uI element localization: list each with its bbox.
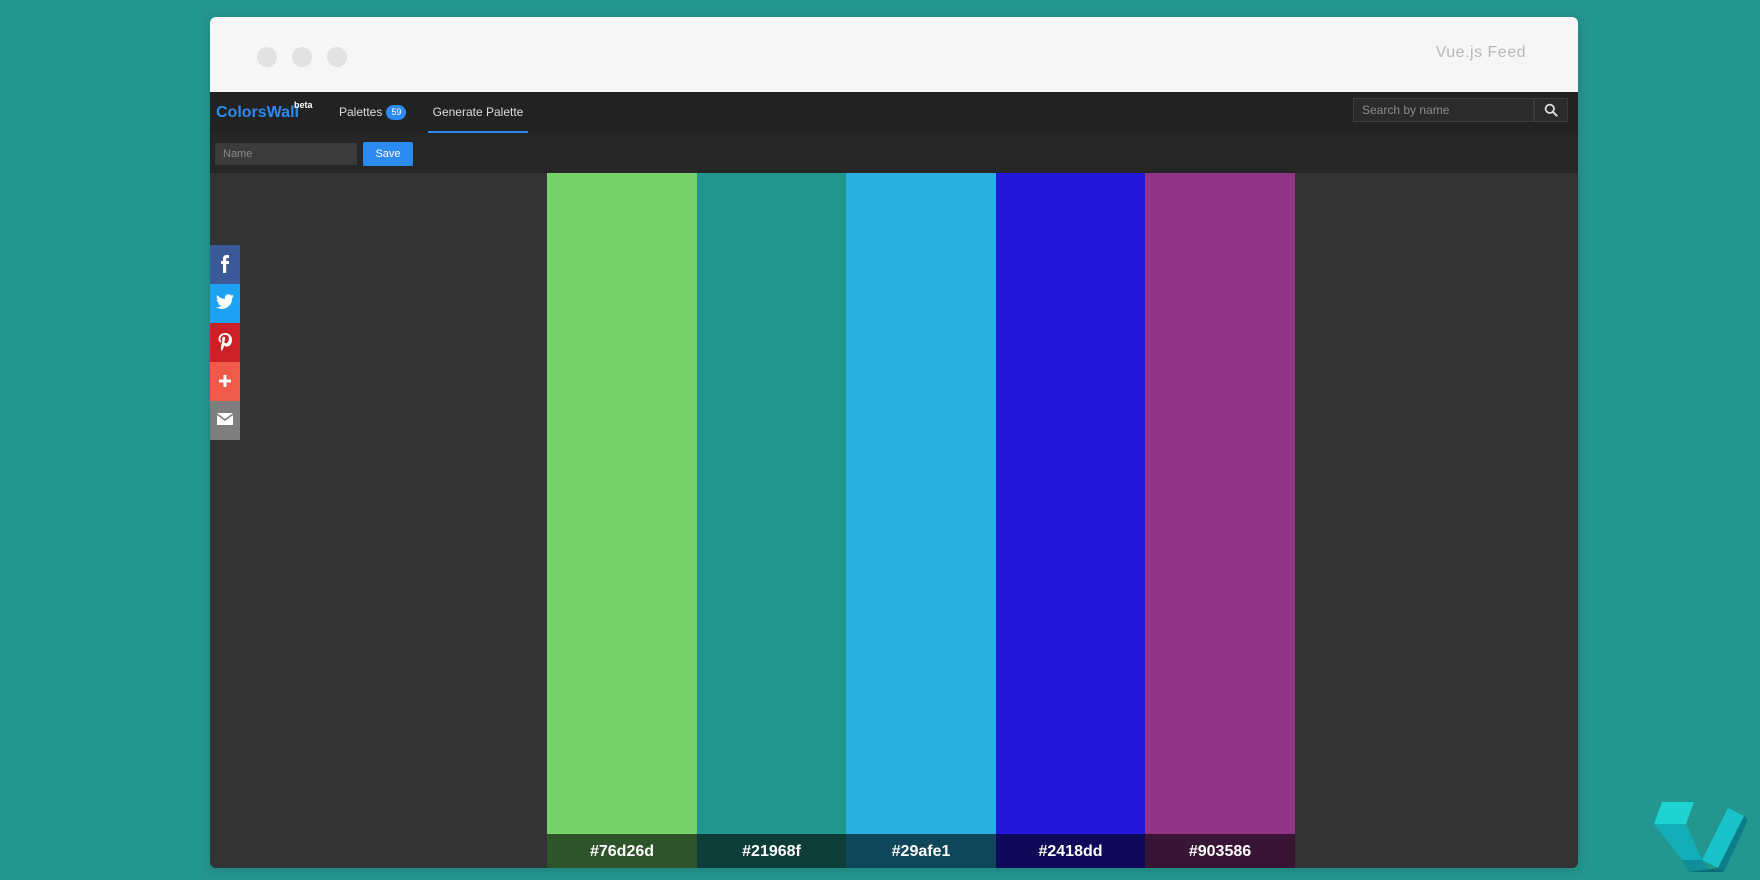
search-icon	[1544, 103, 1558, 117]
brand-logo[interactable]: ColorsWall	[216, 104, 299, 122]
save-button[interactable]: Save	[363, 142, 413, 166]
color-palette: #76d26d #21968f #29afe1 #2418dd #903586	[547, 173, 1295, 868]
share-more-button[interactable]	[210, 362, 240, 401]
window-maximize-dot[interactable]	[327, 47, 347, 67]
pinterest-icon	[218, 333, 232, 351]
share-pinterest-button[interactable]	[210, 323, 240, 362]
share-twitter-button[interactable]	[210, 284, 240, 323]
color-hex-label[interactable]: #21968f	[697, 834, 846, 868]
plus-icon	[219, 375, 231, 387]
color-swatch[interactable]: #21968f	[697, 173, 846, 868]
search-button[interactable]	[1534, 98, 1568, 122]
window-title: Vue.js Feed	[1435, 44, 1526, 61]
share-email-button[interactable]	[210, 401, 240, 440]
color-hex-label[interactable]: #903586	[1145, 834, 1295, 868]
search-input[interactable]	[1353, 98, 1534, 122]
nav-palettes-link[interactable]: Palettes 59	[339, 92, 407, 133]
share-facebook-button[interactable]	[210, 245, 240, 284]
window-titlebar: Vue.js Feed	[210, 17, 1578, 92]
nav-generate-palette-tab[interactable]: Generate Palette	[428, 92, 528, 133]
color-hex-label[interactable]: #76d26d	[547, 834, 697, 868]
color-hex-label[interactable]: #2418dd	[996, 834, 1145, 868]
browser-window: Vue.js Feed ColorsWall beta Palettes 59 G…	[210, 17, 1578, 868]
palette-name-input[interactable]	[215, 143, 357, 165]
window-minimize-dot[interactable]	[292, 47, 312, 67]
palette-toolbar: Save	[210, 133, 1578, 173]
brand-beta-label: beta	[294, 100, 313, 110]
window-close-dot[interactable]	[257, 47, 277, 67]
email-icon	[217, 413, 233, 425]
palettes-count-badge: 59	[386, 105, 407, 121]
color-swatch[interactable]: #903586	[1145, 173, 1295, 868]
nav-palettes-label: Palettes	[339, 105, 383, 119]
color-hex-label[interactable]: #29afe1	[846, 834, 996, 868]
brand-corner-logo-icon	[1654, 802, 1748, 872]
color-swatch[interactable]: #29afe1	[846, 173, 996, 868]
color-swatch[interactable]: #76d26d	[547, 173, 697, 868]
color-swatch[interactable]: #2418dd	[996, 173, 1145, 868]
palette-content: #76d26d #21968f #29afe1 #2418dd #903586	[210, 173, 1578, 868]
facebook-icon	[221, 255, 230, 273]
twitter-icon	[216, 294, 234, 309]
